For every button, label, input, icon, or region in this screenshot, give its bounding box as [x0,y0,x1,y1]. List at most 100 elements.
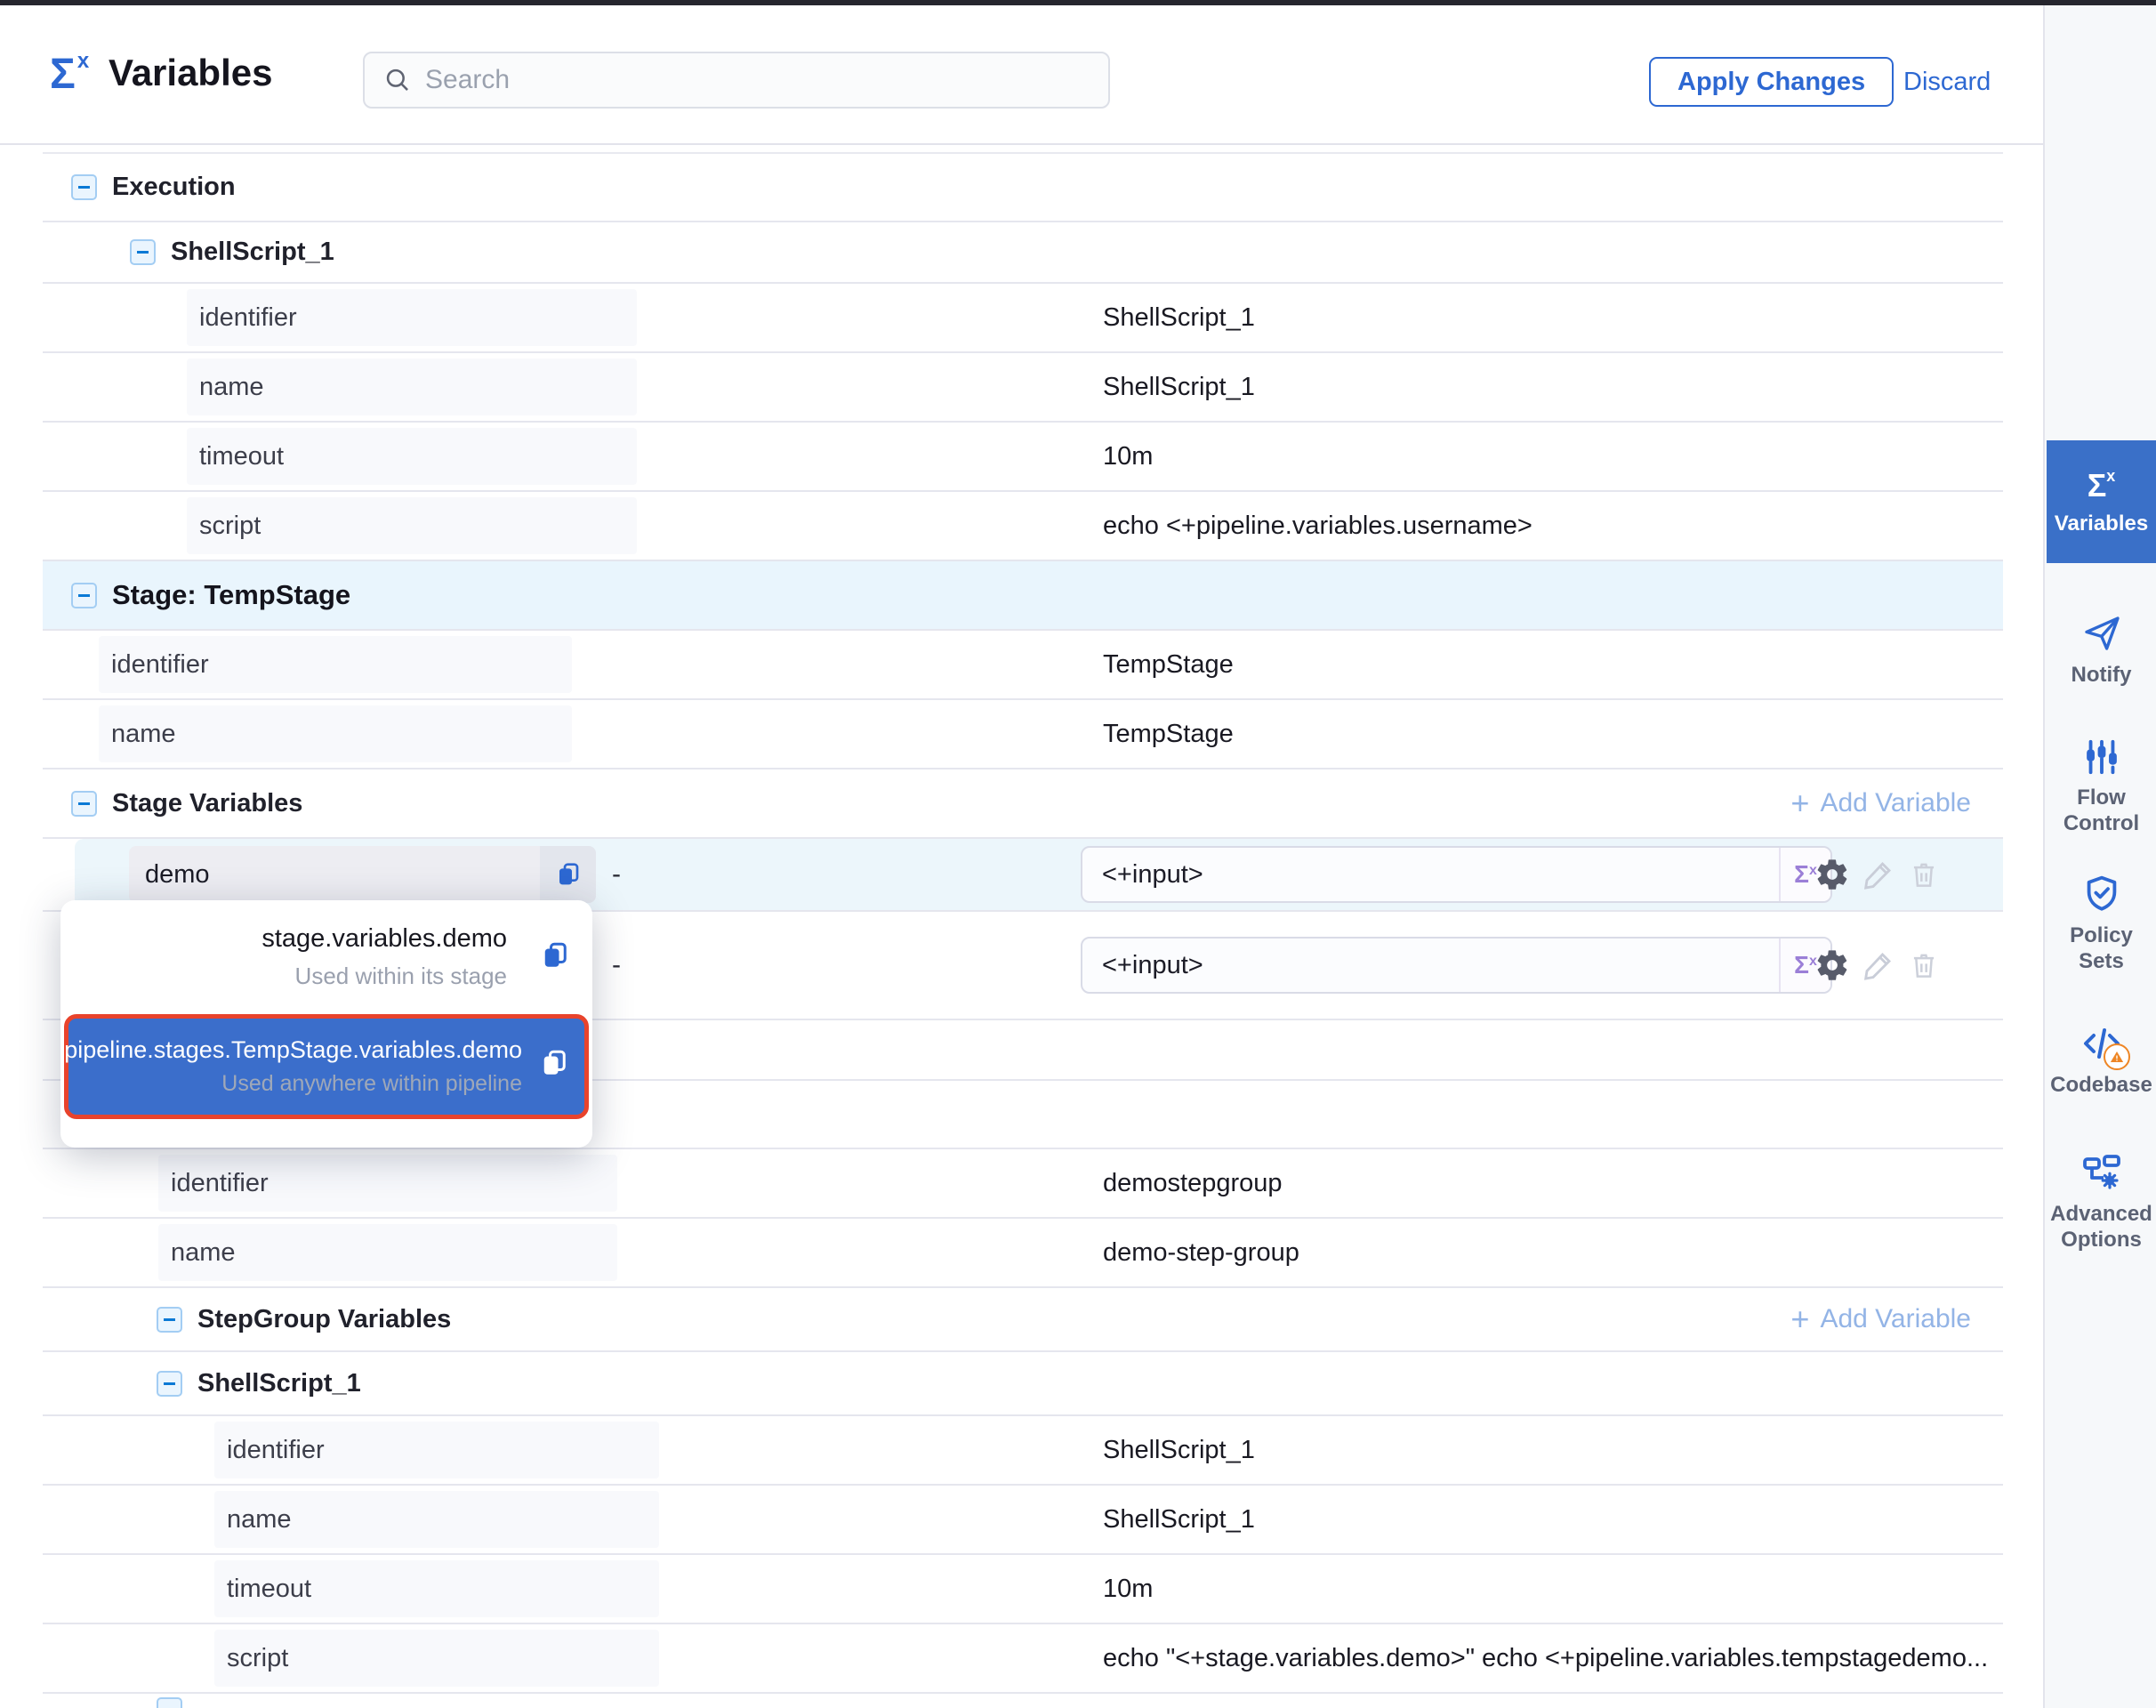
codebase-warning-icon [2104,1043,2130,1070]
tree-row-stepgroup-variables: StepGroup Variables + Add Variable [43,1288,2003,1352]
kv-value: ShellScript_1 [1103,1505,1255,1535]
expression-text: pipeline.stages.TempStage.variables.demo [46,1036,522,1064]
delete-trash-icon[interactable] [1907,858,1941,891]
kv-row-identifier: identifier TempStage [43,631,2003,700]
kv-value: ShellScript_1 [1103,373,1255,402]
kv-label: script [187,497,637,554]
tree-row-shellscript: ShellScript_1 [43,1352,2003,1416]
discard-button[interactable]: Discard [1903,57,1991,107]
tree-node-label: Execution [112,173,236,202]
collapse-icon[interactable] [130,239,156,265]
header: Σx Variables Search Apply Changes Discar… [0,5,2043,145]
kv-label: name [158,1224,617,1281]
kv-row-name: name demo-step-group [43,1219,2003,1288]
search-placeholder: Search [425,65,510,95]
collapse-icon[interactable] [157,1697,182,1708]
kv-label: identifier [158,1155,617,1212]
rail-item-notify[interactable]: Notify [2047,612,2156,688]
kv-value: ShellScript_1 [1103,1436,1255,1465]
search-input[interactable]: Search [363,52,1110,109]
kv-label: identifier [99,636,572,693]
kv-label: name [187,359,637,415]
policy-shield-check-icon [2080,873,2123,915]
expression-copy-popup: stage.variables.demo Used within its sta… [60,900,592,1148]
settings-gear-icon[interactable] [1814,857,1850,892]
tree-node-label: StepGroup Variables [197,1305,451,1334]
kv-row-name: name ShellScript_1 [43,1486,2003,1555]
page-title: Variables [109,52,272,94]
stage-title: Stage: TempStage [112,579,350,611]
tree-row-stage-variables: Stage Variables + Add Variable [43,769,2003,839]
add-variable-button[interactable]: + Add Variable [1790,788,1971,818]
variable-value-input[interactable]: <+input> Σx [1081,846,1832,903]
stage-header-row: Stage: TempStage [43,561,2003,631]
variable-description: - [612,950,621,980]
popup-option-stage-scope[interactable]: stage.variables.demo Used within its sta… [60,900,592,1014]
collapse-icon[interactable] [71,583,97,608]
tree-node-label: ShellScript_1 [171,238,334,267]
kv-row-identifier: identifier ShellScript_1 [43,284,2003,353]
collapse-icon[interactable] [71,174,97,200]
copy-button[interactable] [540,846,596,903]
search-icon [382,65,413,95]
kv-row-script: script echo "<+stage.variables.demo>" ec… [43,1624,2003,1694]
kv-row-identifier: identifier ShellScript_1 [43,1416,2003,1486]
plus-icon: + [1790,1306,1809,1333]
kv-row-timeout: timeout 10m [43,1555,2003,1624]
collapse-icon[interactable] [157,1307,182,1333]
edit-pencil-icon[interactable] [1861,947,1896,983]
window-top-bar [0,0,2156,5]
kv-label: identifier [214,1422,659,1478]
kv-label: identifier [187,289,637,346]
tree-node-label: Stage Variables [112,789,302,818]
kv-row-script: script echo <+pipeline.variables.usernam… [43,492,2003,561]
kv-value: 10m [1103,442,1153,471]
tree-node-label: ShellScript_1 [197,1369,361,1398]
copy-icon[interactable] [539,939,571,971]
scope-text: Used anywhere within pipeline [221,1071,522,1097]
tree-row-execution: Execution [43,154,2003,222]
kv-value: echo <+pipeline.variables.username> [1103,512,1533,541]
variable-name-field[interactable]: demo [129,846,596,903]
kv-row-name: name TempStage [43,700,2003,769]
kv-value: demostepgroup [1103,1169,1283,1198]
plus-icon: + [1790,790,1809,817]
advanced-options-icon [2080,1151,2123,1194]
kv-row-timeout: timeout 10m [43,423,2003,492]
edit-pencil-icon[interactable] [1861,857,1896,892]
collapse-icon[interactable] [71,791,97,817]
kv-label: name [214,1491,659,1548]
notify-send-icon [2080,612,2123,655]
kv-label: timeout [187,428,637,485]
add-variable-button[interactable]: + Add Variable [1790,1304,1971,1334]
rail-item-codebase[interactable]: Codebase [2047,1022,2156,1098]
kv-label: script [214,1630,659,1687]
copy-icon[interactable] [538,1047,570,1079]
kv-row-name: name ShellScript_1 [43,353,2003,423]
kv-value: demo-step-group [1103,1238,1299,1268]
variables-sigma-icon: Σx [2088,467,2116,504]
apply-changes-button[interactable]: Apply Changes [1649,57,1894,107]
settings-gear-icon[interactable] [1814,947,1850,983]
tree-row-shellscript: ShellScript_1 [43,222,2003,284]
delete-trash-icon[interactable] [1907,948,1941,982]
kv-row-identifier: identifier demostepgroup [43,1149,2003,1219]
variables-sigma-logo-icon: Σx [50,50,87,99]
popup-option-pipeline-scope-selected[interactable]: pipeline.stages.TempStage.variables.demo… [64,1014,589,1119]
rail-item-policy-sets[interactable]: Policy Sets [2047,873,2156,974]
kv-value: 10m [1103,1575,1153,1604]
kv-value: TempStage [1103,720,1234,749]
kv-label: timeout [214,1560,659,1617]
variable-description: - [612,859,621,890]
kv-value: ShellScript_1 [1103,303,1255,333]
rail-item-variables[interactable]: Σx Variables [2047,440,2156,563]
kv-value: echo "<+stage.variables.demo>" echo <+pi… [1103,1644,1988,1673]
flow-control-sliders-icon [2081,737,2122,777]
rail-item-advanced-options[interactable]: Advanced Options [2047,1151,2156,1253]
rail-item-flow-control[interactable]: Flow Control [2047,737,2156,836]
collapse-icon[interactable] [157,1371,182,1397]
kv-value: TempStage [1103,650,1234,680]
right-panel-rail: Σx Variables Notify Flow Control Policy … [2043,5,2156,1708]
scope-text: Used within its stage [295,963,507,990]
variable-value-input[interactable]: <+input> Σx [1081,937,1832,994]
